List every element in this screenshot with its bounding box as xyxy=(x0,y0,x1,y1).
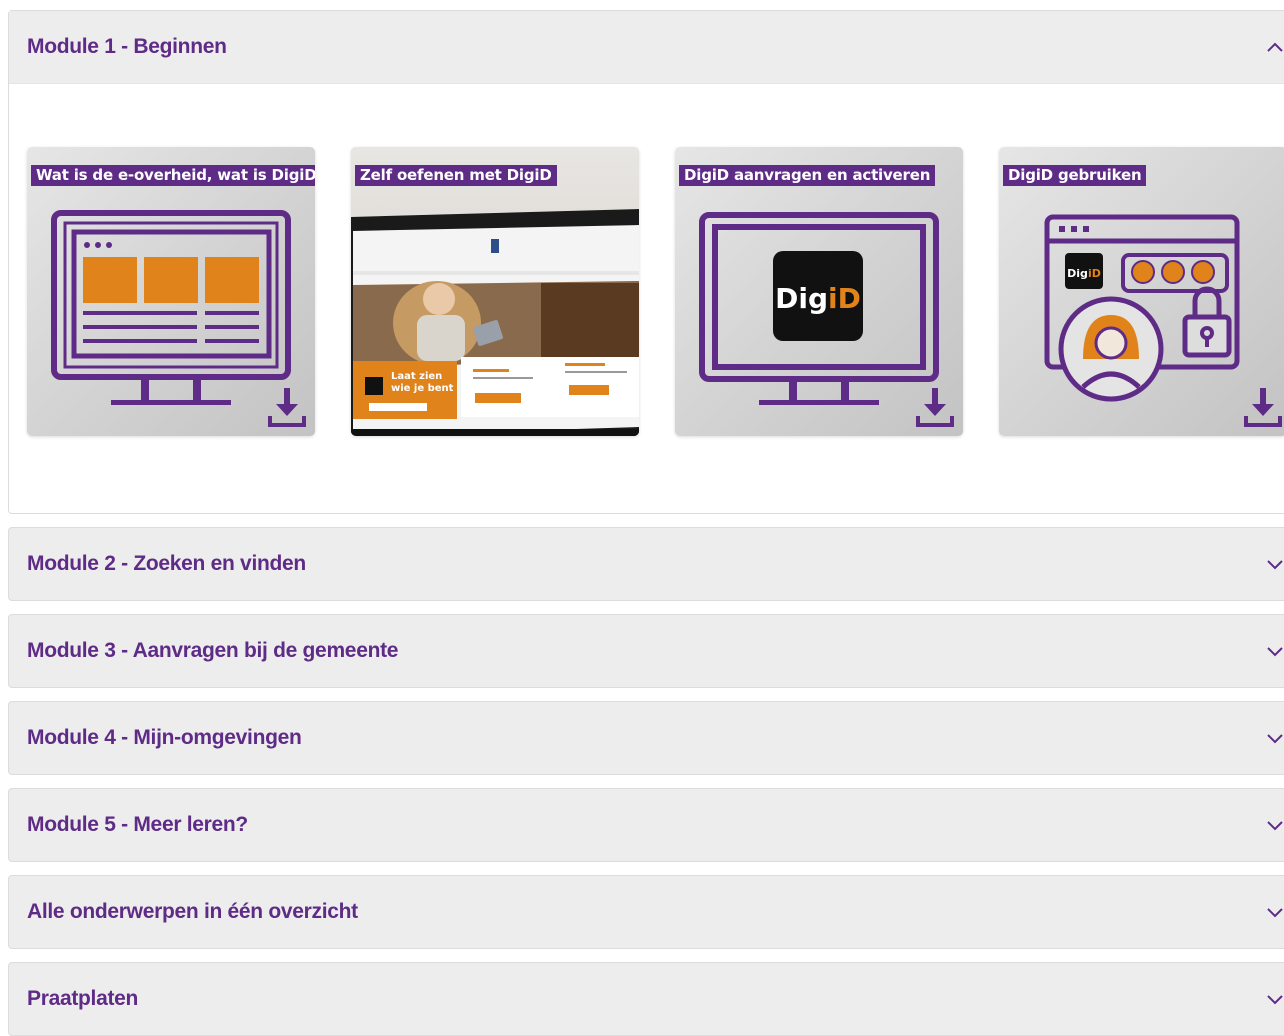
chevron-down-icon xyxy=(1267,560,1283,570)
chevron-down-icon xyxy=(1267,908,1283,918)
tile-label: DigiD gebruiken xyxy=(1003,165,1147,186)
accordion-module-4: Module 4 - Mijn-omgevingen xyxy=(8,701,1284,775)
accordion-header-alle-onderwerpen[interactable]: Alle onderwerpen in één overzicht xyxy=(9,876,1284,948)
accordion-title: Module 3 - Aanvragen bij de gemeente xyxy=(27,639,399,662)
accordion-title: Module 1 - Beginnen xyxy=(27,35,227,58)
tile-zelf-oefenen[interactable]: Laat zien wie je bent Zelf oefenen met D… xyxy=(351,147,639,436)
chevron-down-icon xyxy=(1267,995,1283,1005)
chevron-down-icon xyxy=(1267,647,1283,657)
accordion-header-module-1[interactable]: Module 1 - Beginnen xyxy=(9,11,1284,84)
banner-line-1: Laat zien xyxy=(391,371,442,382)
tile-digid-gebruiken[interactable]: DigiD DigiD gebruiken xyxy=(999,147,1284,436)
accordion-title: Praatplaten xyxy=(27,987,139,1010)
tile-e-overheid[interactable]: Wat is de e-overheid, wat is DigiD? xyxy=(27,147,315,436)
accordion-title: Module 5 - Meer leren? xyxy=(27,813,248,836)
digid-logo-text-b: iD xyxy=(828,282,861,315)
accordion-header-module-2[interactable]: Module 2 - Zoeken en vinden xyxy=(9,528,1284,600)
tile-label: Zelf oefenen met DigiD xyxy=(355,165,557,186)
digid-logo-text-b: iD xyxy=(1088,267,1101,280)
chevron-down-icon xyxy=(1267,821,1283,831)
accordion-module-5: Module 5 - Meer leren? xyxy=(8,788,1284,862)
accordion-title: Module 4 - Mijn-omgevingen xyxy=(27,726,302,749)
accordion-header-module-3[interactable]: Module 3 - Aanvragen bij de gemeente xyxy=(9,615,1284,687)
digid-login-icon: DigiD xyxy=(1044,214,1240,402)
accordion-module-3: Module 3 - Aanvragen bij de gemeente xyxy=(8,614,1284,688)
accordion-header-module-4[interactable]: Module 4 - Mijn-omgevingen xyxy=(9,702,1284,774)
banner-line-2: wie je bent xyxy=(391,383,454,394)
accordion-header-module-5[interactable]: Module 5 - Meer leren? xyxy=(9,789,1284,861)
accordion-alle-onderwerpen: Alle onderwerpen in één overzicht xyxy=(8,875,1284,949)
website-photo-image: Laat zien wie je bent xyxy=(351,147,639,436)
svg-text:DigiD: DigiD xyxy=(1067,267,1101,280)
tile-label: Wat is de e-overheid, wat is DigiD? xyxy=(31,165,315,186)
digid-logo-text-a: Dig xyxy=(1067,267,1088,280)
digid-logo-text-a: Dig xyxy=(775,282,828,315)
tile-digid-aanvragen[interactable]: DigiD DigiD aanvragen en activeren xyxy=(675,147,963,436)
chevron-up-icon xyxy=(1267,42,1283,52)
download-icon xyxy=(268,388,306,427)
accordion-module-1: Module 1 - Beginnen Wat is de e-overheid… xyxy=(8,10,1284,514)
tile-label: DigiD aanvragen en activeren xyxy=(679,165,936,186)
accordion-module-2: Module 2 - Zoeken en vinden xyxy=(8,527,1284,601)
accordion-praatplaten: Praatplaten xyxy=(8,962,1284,1036)
accordion-title: Module 2 - Zoeken en vinden xyxy=(27,552,306,575)
accordion-title: Alle onderwerpen in één overzicht xyxy=(27,900,358,923)
download-icon xyxy=(916,388,954,427)
accordion-header-praatplaten[interactable]: Praatplaten xyxy=(9,963,1284,1035)
download-icon xyxy=(1244,388,1282,427)
chevron-down-icon xyxy=(1267,734,1283,744)
svg-text:DigiD: DigiD xyxy=(775,282,861,315)
